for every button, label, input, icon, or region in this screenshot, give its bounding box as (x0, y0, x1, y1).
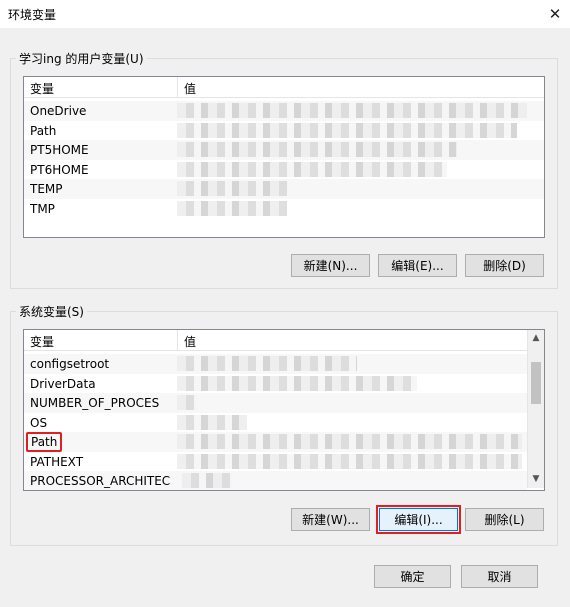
variable-name: OS (30, 415, 48, 430)
list-item[interactable]: PROCESSOR_ARCHITECTURE (24, 471, 527, 490)
variable-name: PT5HOME (30, 143, 89, 157)
variable-value-redacted (177, 375, 417, 391)
variable-value-redacted (177, 200, 287, 216)
ok-button[interactable]: 确定 (374, 565, 451, 588)
variable-name: TEMP (30, 182, 63, 196)
list-item[interactable]: OneDrive (24, 101, 544, 121)
scrollbar-thumb[interactable] (531, 362, 541, 404)
list-item[interactable]: Path (24, 432, 527, 452)
list-item[interactable]: PT6HOME (24, 160, 544, 180)
variable-value-redacted (177, 453, 522, 469)
system-new-button[interactable]: 新建(W)... (291, 508, 370, 531)
list-item[interactable]: TMP (24, 199, 544, 219)
variable-value-redacted (177, 395, 197, 410)
user-variables-list[interactable]: 变量 值 OneDrive Path PT5HOME PT6HOME TEMP … (23, 76, 545, 238)
variable-value-redacted (177, 434, 522, 449)
window-title: 环境变量 (8, 8, 57, 22)
variable-name: PT6HOME (30, 162, 89, 177)
cancel-button[interactable]: 取消 (461, 565, 538, 588)
list-item[interactable]: TEMP (24, 179, 544, 199)
system-variables-label: 系统变量(S) (19, 305, 84, 319)
variable-value-redacted (177, 122, 517, 138)
variable-name: Path (30, 123, 57, 138)
variable-name: NUMBER_OF_PROCESSORS (30, 396, 160, 410)
variable-name: configsetroot (30, 357, 110, 371)
variable-name-highlighted: Path (26, 432, 63, 452)
variable-name: PROCESSOR_ARCHITECTURE (30, 474, 170, 488)
column-header-variable[interactable]: 变量 (30, 333, 54, 350)
system-delete-button[interactable]: 删除(L) (465, 508, 544, 531)
variable-value-redacted (177, 181, 287, 196)
variable-value-redacted (177, 103, 527, 118)
list-item[interactable]: configsetroot (24, 354, 527, 374)
variable-name: TMP (30, 201, 55, 216)
close-icon[interactable]: ✕ (544, 3, 566, 25)
user-edit-button[interactable]: 编辑(E)... (378, 254, 457, 277)
variable-value-redacted (177, 161, 447, 177)
list-item[interactable]: DriverData (24, 374, 527, 394)
variable-name: OneDrive (30, 104, 87, 118)
system-variables-list[interactable]: 变量 值 configsetroot DriverData NUMBER_OF_… (23, 329, 545, 491)
variable-value-redacted (182, 473, 232, 488)
variable-value-redacted (177, 142, 457, 157)
list-item[interactable]: OS (24, 413, 527, 433)
vertical-scrollbar[interactable]: ▲ ▼ (527, 330, 544, 488)
list-item[interactable]: PATHEXT (24, 452, 527, 472)
variable-value-redacted (177, 414, 247, 430)
list-item[interactable]: Path (24, 121, 544, 141)
variable-value-redacted (177, 356, 357, 371)
column-header-variable[interactable]: 变量 (30, 80, 54, 97)
column-header-value[interactable]: 值 (184, 80, 196, 97)
user-delete-button[interactable]: 删除(D) (465, 254, 544, 277)
variable-name: DriverData (30, 376, 96, 391)
user-new-button[interactable]: 新建(N)... (291, 254, 370, 277)
variable-name: PATHEXT (30, 454, 84, 469)
system-edit-button[interactable]: 编辑(I)... (376, 505, 461, 534)
list-item[interactable]: PT5HOME (24, 140, 544, 160)
list-header: 变量 值 (24, 77, 544, 98)
list-header: 变量 值 (24, 330, 527, 351)
title-bar (0, 0, 570, 28)
scroll-down-icon[interactable]: ▼ (528, 471, 544, 488)
scroll-up-icon[interactable]: ▲ (528, 330, 544, 347)
user-variables-label: 学习ing 的用户变量(U) (19, 52, 144, 66)
column-header-value[interactable]: 值 (184, 333, 196, 350)
list-item[interactable]: NUMBER_OF_PROCESSORS (24, 393, 527, 413)
